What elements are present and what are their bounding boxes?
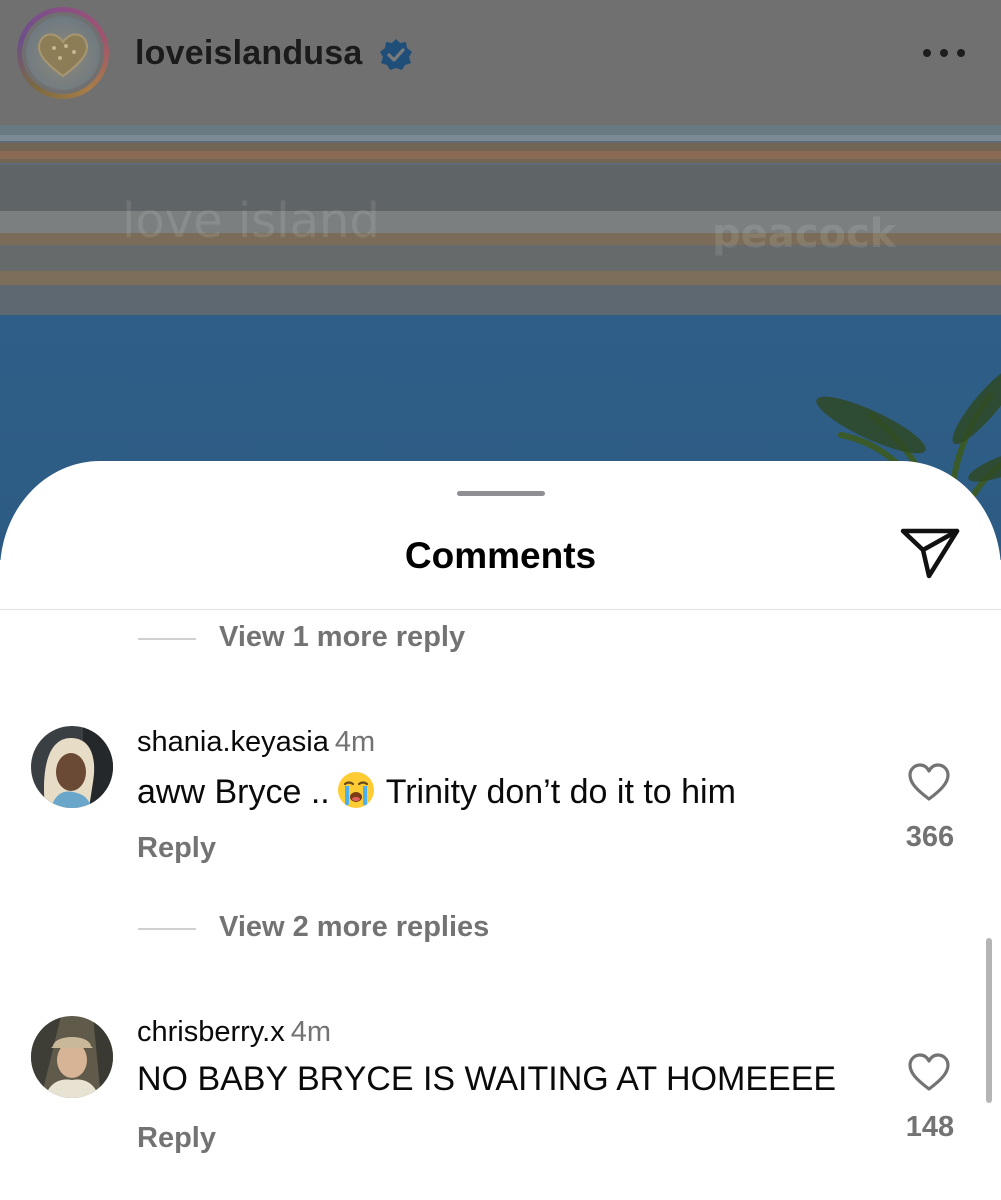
more-options-icon[interactable] <box>921 49 967 61</box>
heart-icon[interactable] <box>907 1052 951 1092</box>
paper-plane-icon[interactable] <box>899 525 961 581</box>
avatar[interactable] <box>31 726 113 808</box>
comment-username[interactable]: chrisberry.x <box>137 1016 285 1048</box>
comment-text-part1: aww Bryce .. <box>137 773 330 811</box>
ghost-logo-left: love island <box>122 193 380 249</box>
avatar[interactable] <box>31 1016 113 1098</box>
like-count: 366 <box>905 821 955 853</box>
comment-username[interactable]: shania.keyasia <box>137 726 329 758</box>
thread-line <box>138 928 196 930</box>
header-divider <box>0 609 1001 610</box>
comment-time: 4m <box>290 1016 332 1048</box>
view-more-replies-label: View 1 more reply <box>219 621 466 653</box>
post-header: loveislandusa <box>0 0 1001 125</box>
reply-button[interactable]: Reply <box>137 1122 216 1155</box>
comments-title: Comments <box>404 535 597 576</box>
reply-button[interactable]: Reply <box>137 832 216 865</box>
comment-item: chrisberry.x 4m NO BABY BRYCE IS WAITING … <box>0 1014 1001 1164</box>
comment-text-part2: Trinity don’t do it to him <box>385 773 736 811</box>
profile-avatar[interactable] <box>17 7 109 99</box>
loudly-crying-face-emoji <box>337 772 374 808</box>
comment-username-line: shania.keyasia 4m <box>137 726 375 759</box>
comment-text: NO BABY BRYCE IS WAITING AT HOMEEEE <box>137 1060 837 1098</box>
comment-time: 4m <box>334 726 376 758</box>
verified-badge-icon <box>380 39 412 70</box>
heart-logo-icon <box>26 16 100 90</box>
like-count: 148 <box>905 1111 955 1143</box>
comment-item: shania.keyasia 4m aww Bryce .. Trinity do… <box>0 724 1001 874</box>
comment-text: aww Bryce .. Trinity don’t do it to him <box>137 770 736 812</box>
view-more-replies-label: View 2 more replies <box>219 911 490 943</box>
comment-username-line: chrisberry.x 4m <box>137 1016 331 1049</box>
sheet-grabber[interactable] <box>457 491 545 496</box>
scrollbar[interactable] <box>986 938 992 1103</box>
heart-icon[interactable] <box>907 762 951 802</box>
thread-line <box>138 638 196 640</box>
ghost-logo-right: peacock <box>712 211 897 257</box>
post-username[interactable]: loveislandusa <box>135 34 362 73</box>
